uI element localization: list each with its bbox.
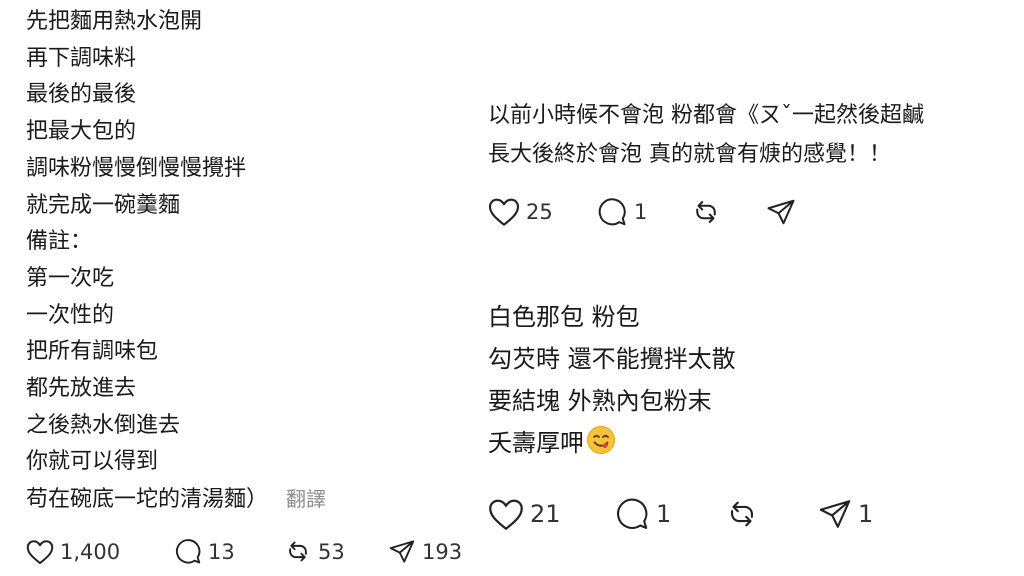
share-count: 193 — [422, 539, 463, 564]
reply2-actions: 21 1 1 — [488, 497, 873, 531]
post-line: 就完成一碗羹麵 — [26, 192, 181, 218]
comment-icon — [598, 198, 626, 226]
send-icon — [389, 540, 415, 563]
repost-icon — [289, 541, 307, 562]
post-line: 先把麵用熱水泡開 — [26, 9, 203, 34]
reply-line: 白色那包 粉包 — [488, 303, 640, 331]
like-button[interactable]: 21 — [488, 498, 614, 531]
reply-button[interactable]: 13 — [174, 538, 284, 565]
heart-icon — [489, 499, 523, 530]
post-line: 最後的最後 — [26, 82, 137, 108]
post-line: 都先放進去 — [26, 376, 137, 402]
post-line: 你就可以得到 — [26, 449, 159, 475]
send-icon — [767, 199, 795, 225]
post-line: 把最大包的 — [26, 119, 137, 145]
reply-button[interactable]: 1 — [596, 197, 690, 227]
post-line: 再下調味料 — [26, 45, 137, 71]
reply-count: 1 — [656, 500, 672, 528]
post-line: 把所有調味包 — [26, 339, 159, 365]
reply-line-text: 夭壽厚呷 — [488, 429, 584, 457]
yum-face-icon — [586, 425, 616, 468]
reply-line-last: 夭壽厚呷 — [488, 422, 1018, 468]
post-line-last: 苟在碗底一坨的清湯麵） 翻譯 — [26, 481, 476, 519]
share-button[interactable]: 1 — [818, 497, 873, 531]
reply-count: 1 — [634, 200, 648, 224]
share-button[interactable]: 193 — [388, 538, 462, 565]
repost-icon — [731, 501, 753, 527]
share-button[interactable] — [766, 197, 796, 227]
reply-line: 勾芡時 還不能攪拌太散 — [488, 345, 736, 373]
heart-icon — [26, 539, 54, 564]
like-button[interactable]: 1,400 — [26, 539, 174, 565]
repost-button[interactable] — [724, 497, 818, 531]
repost-icon — [696, 201, 716, 223]
post-line: 備註： — [26, 229, 93, 255]
translate-link[interactable]: 翻譯 — [286, 487, 326, 511]
repost-count: 53 — [318, 539, 345, 564]
reply1-actions: 25 1 — [488, 197, 796, 227]
post-line: 調味粉慢慢倒慢慢攪拌 — [26, 155, 247, 181]
like-count: 1,400 — [60, 539, 121, 564]
reply-count: 13 — [208, 539, 235, 564]
heart-icon — [488, 198, 520, 226]
post-line: 之後熱水倒進去 — [26, 412, 181, 438]
repost-button[interactable] — [690, 197, 766, 227]
share-count: 1 — [858, 500, 874, 528]
comment-icon — [175, 539, 201, 564]
post-line: 第一次吃 — [26, 265, 115, 291]
post-line: 一次性的 — [26, 302, 115, 328]
reply-line: 長大後終於會泡 真的就會有焿的感覺！！ — [488, 142, 891, 167]
like-button[interactable]: 25 — [488, 197, 596, 227]
reply-button[interactable]: 1 — [614, 497, 724, 531]
reply-post-2: 白色那包 粉包 勾芡時 還不能攪拌太散 要結塊 外熟內包粉末 夭壽厚呷 — [488, 296, 1018, 468]
repost-button[interactable]: 53 — [284, 538, 388, 565]
left-post: 先把麵用熱水泡開 再下調味料 最後的最後 把最大包的 調味粉慢慢倒慢慢攪拌 就完… — [26, 4, 476, 519]
like-count: 25 — [526, 200, 553, 224]
reply-post-1: 以前小時候不會泡 粉都會《ㄡˇ一起然後超鹹 長大後終於會泡 真的就會有焿的感覺！… — [488, 96, 1018, 174]
reply-line: 要結塊 外熟內包粉末 — [488, 387, 712, 415]
post-line-text: 苟在碗底一坨的清湯麵） — [26, 487, 269, 513]
like-count: 21 — [530, 500, 561, 528]
reply-line: 以前小時候不會泡 粉都會《ㄡˇ一起然後超鹹 — [488, 103, 924, 128]
comment-icon — [616, 498, 648, 529]
left-post-actions: 1,400 13 53 193 — [26, 538, 462, 565]
send-icon — [819, 500, 851, 528]
